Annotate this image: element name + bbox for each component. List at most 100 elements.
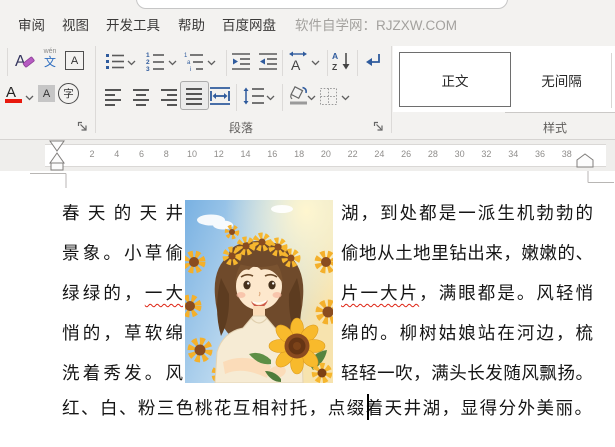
ruler-markers [49, 140, 594, 171]
separator [282, 84, 283, 111]
brand-text: 软件自学网：RJZXW.COM [295, 18, 457, 33]
text-column-left: 春天的天井 景象。小草偷 绿绿的，一大 悄的，草软绵 洗着秀发。风 [62, 193, 183, 393]
word-processor-window: 审阅 视图 开发工具 帮助 百度网盘 软件自学网：RJZXW.COM A wén… [0, 0, 615, 447]
align-center-icon[interactable] [132, 87, 150, 107]
svg-text:A: A [332, 51, 338, 61]
separator [611, 53, 612, 108]
text-line[interactable]: 片一大片，满眼都是。风轻悄 [341, 273, 593, 313]
separator [282, 50, 283, 76]
asian-layout-icon[interactable]: A [287, 50, 311, 73]
document-page[interactable]: 春天的天井 景象。小草偷 绿绿的，一大 悄的，草软绵 洗着秀发。风 湖，到处都是… [0, 171, 615, 447]
separator [236, 84, 237, 111]
increase-indent-icon[interactable] [258, 51, 278, 71]
svg-text:A: A [15, 53, 26, 70]
text-segment: 湖，到处都是一派生机勃勃的 [341, 203, 593, 223]
text-segment: 绿绿的， [62, 283, 145, 303]
separator [226, 50, 227, 76]
separator [357, 50, 358, 76]
spellcheck-segment: 片一大片 [341, 283, 420, 303]
svg-text:Z: Z [332, 62, 337, 72]
margin-corner-marks [30, 171, 614, 188]
sunflower-girl-image[interactable] [185, 200, 333, 383]
text-cursor [367, 394, 369, 420]
chevron-down-icon[interactable] [207, 60, 216, 66]
separator [7, 48, 8, 76]
chevron-down-icon[interactable] [341, 95, 350, 101]
text-segment: 悄的，草软绵 [62, 323, 183, 343]
paragraph-group-label: 段落 [229, 121, 254, 135]
sort-icon[interactable]: AZ [331, 50, 353, 72]
enclose-character-icon[interactable]: 字 [58, 83, 79, 104]
text-line[interactable]: 绿绿的，一大 [62, 273, 183, 313]
dialog-launcher-icon[interactable] [373, 121, 384, 132]
text-segment: 洗着秀发。风 [62, 363, 183, 383]
bullets-icon[interactable] [105, 51, 125, 71]
text-segment: 绵的。柳树姑娘站在河边，梳 [341, 323, 593, 343]
line-spacing-icon[interactable] [242, 85, 266, 107]
text-segment: ，满眼都是。风轻悄 [419, 283, 594, 303]
text-line[interactable]: 湖，到处都是一派生机勃勃的 [341, 193, 593, 233]
decrease-indent-icon[interactable] [231, 51, 251, 71]
align-left-icon[interactable] [104, 87, 122, 107]
svg-text:a: a [187, 60, 191, 66]
separator [327, 50, 328, 76]
menu-review[interactable]: 审阅 [18, 14, 45, 34]
text-segment: 春天的天井 [62, 203, 183, 223]
spellcheck-segment: 一大 [144, 283, 184, 303]
hanging-indent-marker[interactable] [49, 152, 65, 164]
text-line[interactable]: 轻轻一吹，满头长发随风飘扬。 [341, 353, 593, 393]
svg-text:1: 1 [184, 53, 188, 59]
svg-text:A: A [291, 57, 301, 72]
svg-text:1: 1 [146, 52, 150, 59]
left-indent-marker[interactable] [50, 162, 64, 171]
separator [95, 46, 96, 133]
font-color-icon[interactable]: A [3, 83, 23, 104]
text-line[interactable]: 景象。小草偷 [62, 233, 183, 273]
distribute-icon[interactable] [209, 85, 231, 107]
chevron-down-icon[interactable] [168, 60, 177, 66]
align-right-icon[interactable] [160, 87, 178, 107]
menu-developer[interactable]: 开发工具 [106, 14, 160, 34]
chevron-down-icon[interactable] [311, 60, 320, 66]
style-normal[interactable]: 正文 [399, 52, 511, 107]
separator [391, 46, 392, 133]
show-marks-icon[interactable] [363, 51, 383, 71]
chevron-down-icon[interactable] [25, 95, 34, 101]
menu-baidu-netdisk[interactable]: 百度网盘 [222, 14, 276, 34]
chevron-down-icon[interactable] [266, 95, 275, 101]
svg-text:3: 3 [146, 66, 150, 71]
clear-format-icon[interactable]: A [13, 49, 37, 73]
styles-group-label: 样式 [543, 121, 568, 135]
svg-text:i: i [190, 67, 191, 71]
numbering-icon[interactable]: 123 [145, 51, 165, 73]
chevron-down-icon[interactable] [307, 95, 316, 101]
pinyin-bottom: 文 [43, 55, 56, 69]
right-indent-marker[interactable] [576, 153, 594, 168]
justify-icon[interactable] [185, 86, 203, 106]
text-line-bottom[interactable]: 红、白、粉三色桃花互相衬托，点缀着天井湖，显得分外美丽。 [62, 388, 592, 428]
separator [505, 112, 615, 113]
svg-text:A: A [6, 84, 16, 101]
style-no-spacing[interactable]: 无间隔 [513, 52, 610, 107]
text-line[interactable]: 悄的，草软绵 [62, 313, 183, 353]
text-line[interactable]: 绵的。柳树姑娘站在河边，梳 [341, 313, 593, 353]
text-segment: 景象。小草偷 [62, 243, 183, 263]
multilevel-list-icon[interactable]: 1ai [184, 51, 204, 73]
text-column-right: 湖，到处都是一派生机勃勃的 偷地从土地里钻出来，嫩嫩的、 片一大片，满眼都是。风轻悄… [341, 193, 593, 393]
character-shading-icon[interactable]: A [38, 85, 55, 102]
chevron-down-icon[interactable] [127, 60, 136, 66]
ribbon-chrome: 审阅 视图 开发工具 帮助 百度网盘 软件自学网：RJZXW.COM A wén… [0, 0, 615, 140]
dialog-launcher-icon[interactable] [77, 121, 88, 132]
pinyin-guide-icon[interactable]: wén 文 [39, 47, 61, 69]
svg-text:2: 2 [146, 59, 150, 66]
menu-view[interactable]: 视图 [62, 14, 89, 34]
text-line[interactable]: 偷地从土地里钻出来，嫩嫩的、 [341, 233, 593, 273]
search-box[interactable] [136, 0, 508, 9]
borders-icon[interactable] [319, 87, 338, 106]
menu-help[interactable]: 帮助 [178, 14, 205, 34]
character-border-icon[interactable]: A [65, 51, 84, 70]
first-line-indent-marker[interactable] [49, 140, 65, 152]
text-line[interactable]: 春天的天井 [62, 193, 183, 233]
text-segment: 偷地从土地里钻出来，嫩嫩的、 [341, 243, 593, 263]
text-line[interactable]: 洗着秀发。风 [62, 353, 183, 393]
